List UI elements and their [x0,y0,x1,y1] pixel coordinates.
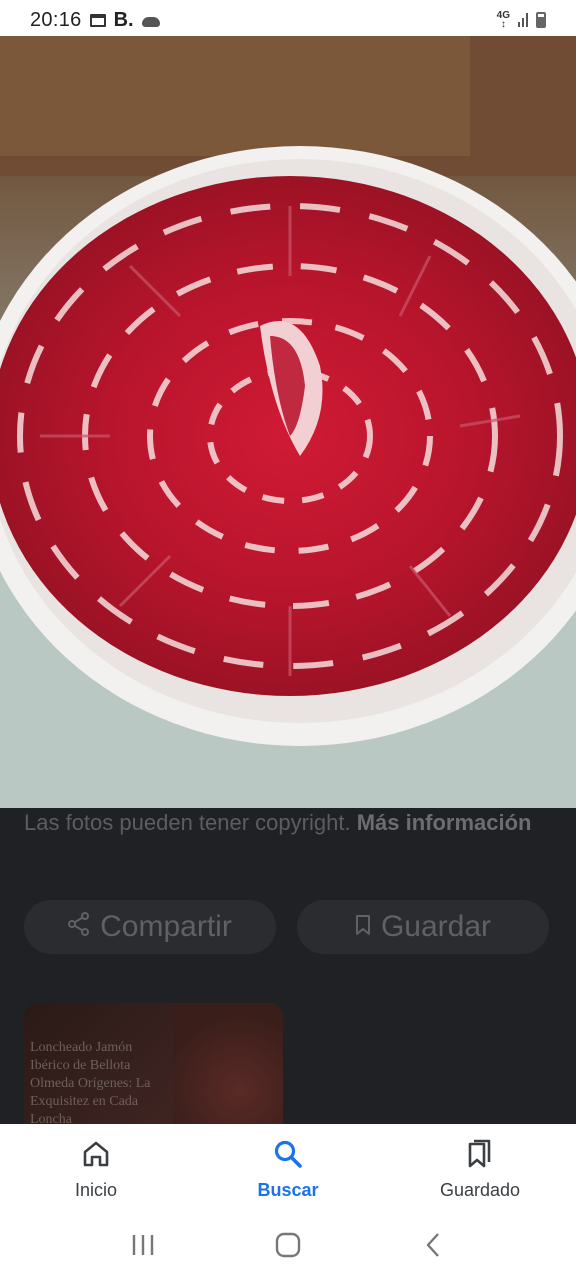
ham-plate-image [0,36,576,808]
nav-item-home[interactable]: Inicio [0,1124,192,1210]
more-info-link[interactable]: Más información [357,810,532,835]
home-button[interactable] [268,1225,308,1265]
copyright-text: Las fotos pueden tener copyright. [24,810,351,835]
save-label: Guardar [380,910,492,943]
share-button[interactable]: Compartir [24,900,276,954]
status-right: 4G ↕ [496,10,546,30]
status-time: 20:16 [30,8,82,31]
bookmark-icon [355,910,371,944]
recent-apps-icon [132,1235,153,1255]
recent-apps-button[interactable] [123,1225,163,1265]
status-left: 20:16 B. [30,9,160,32]
network-4g-icon: 4G ↕ [496,10,510,30]
back-icon [427,1233,440,1257]
nav-label-home: Inicio [74,1180,118,1200]
share-label: Compartir [100,910,232,943]
nav-label-search: Buscar [257,1180,319,1200]
status-bar: 20:16 B. 4G ↕ [0,0,576,40]
save-button[interactable]: Guardar [297,900,549,954]
bottom-navigation: Inicio Buscar Guardado [0,1124,576,1210]
battery-icon [536,12,546,28]
home-circle-icon [275,1232,301,1258]
search-icon [274,1140,302,1168]
network-label: 4G [496,10,510,21]
copyright-notice: Las fotos pueden tener copyright. Más in… [24,806,544,840]
signal-icon [518,13,528,27]
home-icon [83,1141,109,1167]
nav-item-saved[interactable]: Guardado [384,1124,576,1210]
back-button[interactable] [413,1225,453,1265]
related-thumbnail [173,1003,283,1128]
cloud-icon [141,17,160,27]
status-app-letter: B. [113,8,134,31]
system-navigation-bar [0,1210,576,1280]
result-photo[interactable] [0,36,576,808]
nav-label-saved: Guardado [439,1180,521,1200]
calendar-icon [89,13,106,27]
related-title: Loncheado Jamón Ibérico de Bellota Olmed… [30,1040,151,1127]
related-result-card[interactable]: Loncheado Jamón Ibérico de Bellota Olmed… [24,1003,283,1128]
bookmarks-icon [468,1139,491,1168]
share-icon [68,910,90,944]
nav-item-search[interactable]: Buscar [192,1124,384,1210]
